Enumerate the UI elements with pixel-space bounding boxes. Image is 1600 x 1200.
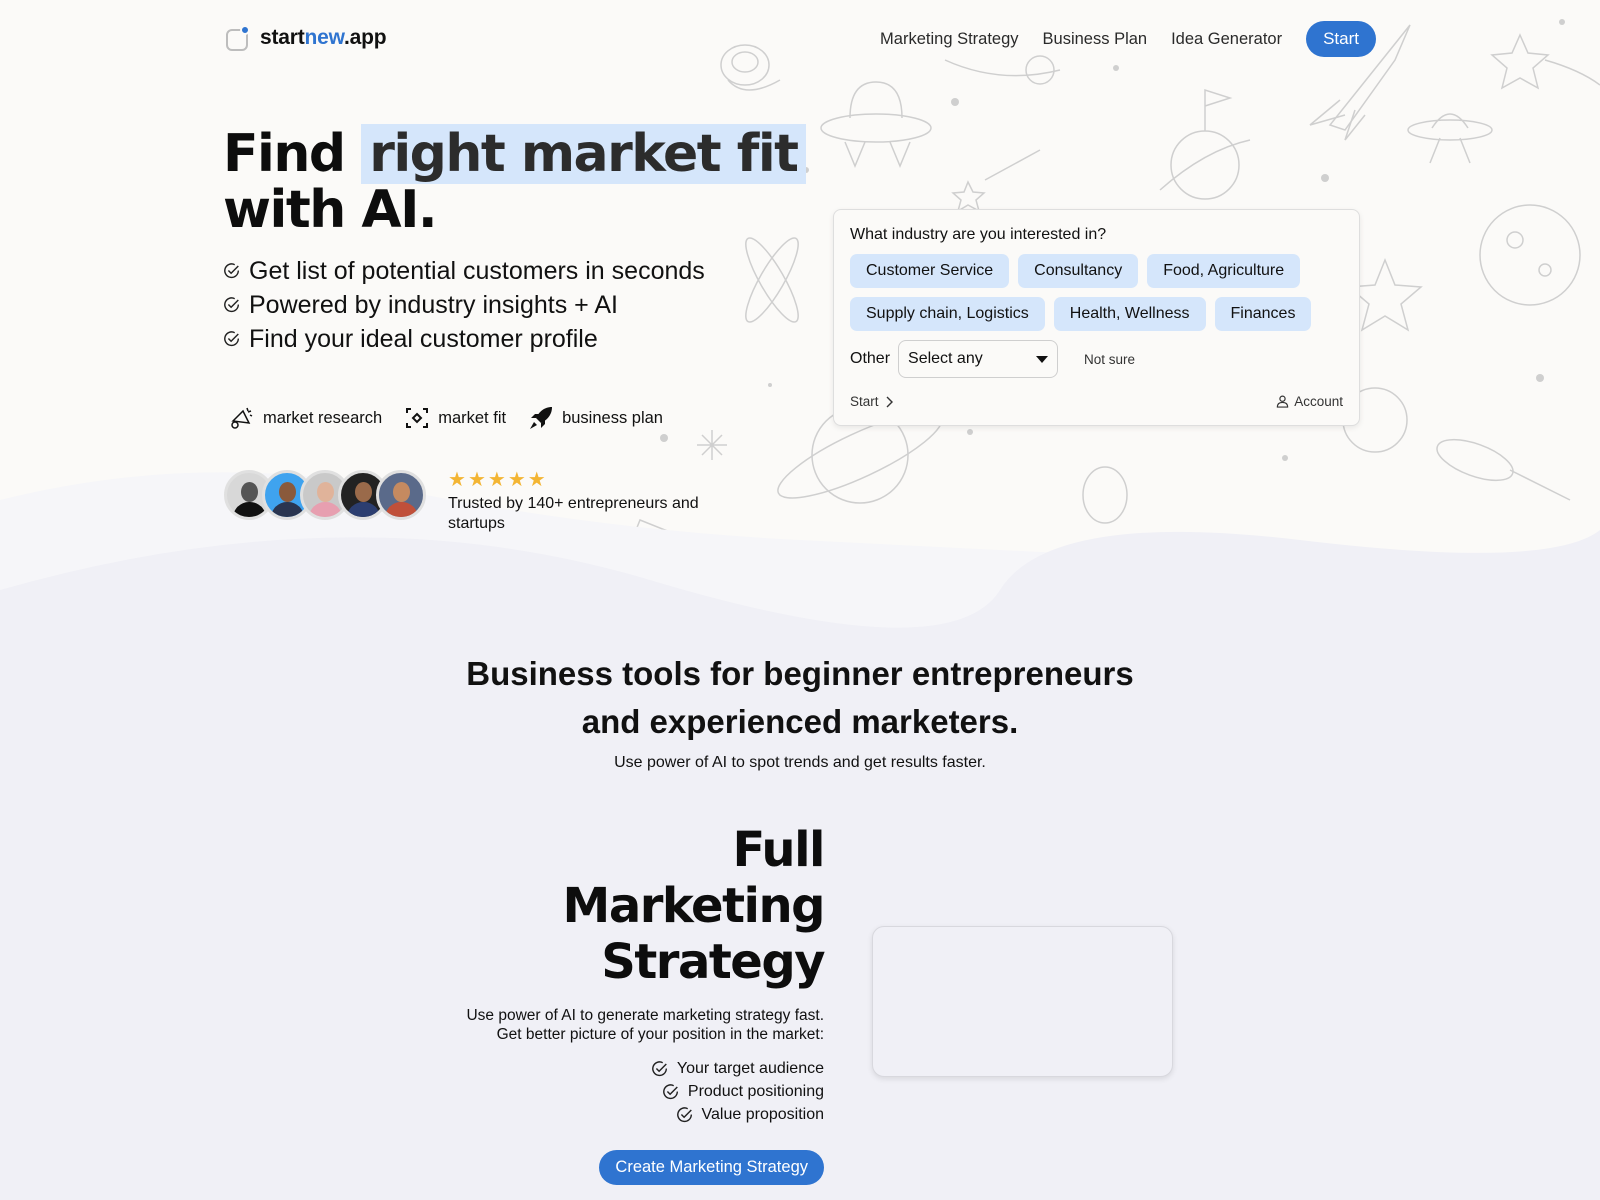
main-nav: Marketing Strategy Business Plan Idea Ge… (880, 21, 1376, 57)
create-marketing-strategy-button[interactable]: Create Marketing Strategy (599, 1150, 824, 1185)
other-label: Other (850, 350, 891, 367)
feature-business-plan[interactable]: business plan (528, 405, 663, 431)
caret-down-icon (1036, 355, 1049, 363)
nav-link-idea-generator[interactable]: Idea Generator (1171, 30, 1282, 49)
hero-benefits-list: Get list of potential customers in secon… (223, 254, 705, 356)
marketing-strategy-preview (872, 926, 1173, 1077)
other-industry-select[interactable]: Select any (898, 340, 1059, 378)
chevron-right-icon (886, 396, 893, 407)
user-icon (1277, 395, 1289, 408)
hero-title: Find right market fit with AI. (223, 124, 806, 238)
benefit-item: Get list of potential customers in secon… (223, 254, 705, 288)
avatar (376, 470, 426, 520)
chip-customer-service[interactable]: Customer Service (850, 254, 1010, 288)
card-start-link[interactable]: Start (850, 394, 893, 409)
check-circle-icon (676, 1107, 692, 1123)
industry-chips: Customer Service Consultancy Food, Agric… (850, 254, 1350, 331)
check-circle-icon (224, 331, 240, 347)
star-icon: ★ (448, 469, 466, 491)
star-icon: ★ (467, 469, 486, 491)
chip-consultancy[interactable]: Consultancy (1018, 254, 1139, 288)
card-account-link[interactable]: Account (1276, 394, 1343, 409)
other-industry-row: Other Select any Not sure (850, 340, 1135, 378)
rocket-icon (530, 407, 553, 429)
hero-title-highlight: right market fit (361, 124, 806, 184)
not-sure-link[interactable]: Not sure (1084, 352, 1135, 367)
nav-link-marketing-strategy[interactable]: Marketing Strategy (880, 30, 1018, 49)
star-icon: ★ (507, 469, 526, 491)
logo-mark-icon (226, 25, 250, 51)
feature-item: Your target audience (651, 1060, 824, 1078)
marketing-strategy-features: Your target audience Product positioning… (651, 1060, 824, 1124)
feature-market-fit[interactable]: market fit (404, 405, 506, 431)
tools-section-title: Business tools for beginner entrepreneur… (466, 655, 1134, 740)
check-circle-icon (652, 1061, 667, 1077)
social-proof: ★ ★ ★ ★ ★ Trusted by 140+ entrepreneurs and … (224, 470, 728, 534)
feature-links: market research market fit business plan (229, 405, 663, 431)
site-header: startnew.app Marketing Strategy Business… (0, 0, 1600, 80)
benefit-item: Powered by industry insights + AI (223, 288, 705, 322)
nav-start-button[interactable]: Start (1306, 21, 1376, 57)
chip-supply-chain-logistics[interactable]: Supply chain, Logistics (850, 297, 1045, 331)
check-circle-icon (663, 1084, 678, 1100)
nav-link-business-plan[interactable]: Business Plan (1043, 30, 1148, 49)
marketing-strategy-description: Use power of AI to generate marketing st… (466, 1007, 824, 1043)
chip-food-agriculture[interactable]: Food, Agriculture (1147, 254, 1301, 288)
feature-item: Product positioning (662, 1083, 824, 1101)
chip-health-wellness[interactable]: Health, Wellness (1053, 297, 1206, 331)
star-icon: ★ (527, 469, 546, 491)
feature-market-research[interactable]: market research (229, 405, 382, 431)
customer-avatars (224, 470, 426, 520)
industry-question: What industry are you interested in? (850, 226, 1107, 243)
check-circle-icon (224, 263, 240, 279)
focus-target-icon (406, 408, 429, 428)
brand-logo[interactable]: startnew.app (226, 25, 387, 51)
rating-stars: ★ ★ ★ ★ ★ (448, 470, 728, 490)
star-icon: ★ (487, 469, 506, 491)
benefit-item: Find your ideal customer profile (223, 322, 705, 356)
tools-section-subtitle: Use power of AI to spot trends and get r… (614, 754, 986, 771)
brand-name: startnew.app (260, 26, 387, 49)
megaphone-icon (231, 407, 253, 429)
feature-item: Value proposition (676, 1106, 824, 1124)
check-circle-icon (224, 297, 240, 313)
hero-wave-divider (0, 472, 1600, 660)
marketing-strategy-title: Full Marketing Strategy (562, 822, 826, 990)
industry-selector-card: What industry are you interested in? Cus… (833, 209, 1360, 426)
trust-caption: Trusted by 140+ entrepreneurs and startu… (448, 495, 699, 532)
chip-finances[interactable]: Finances (1214, 297, 1312, 331)
